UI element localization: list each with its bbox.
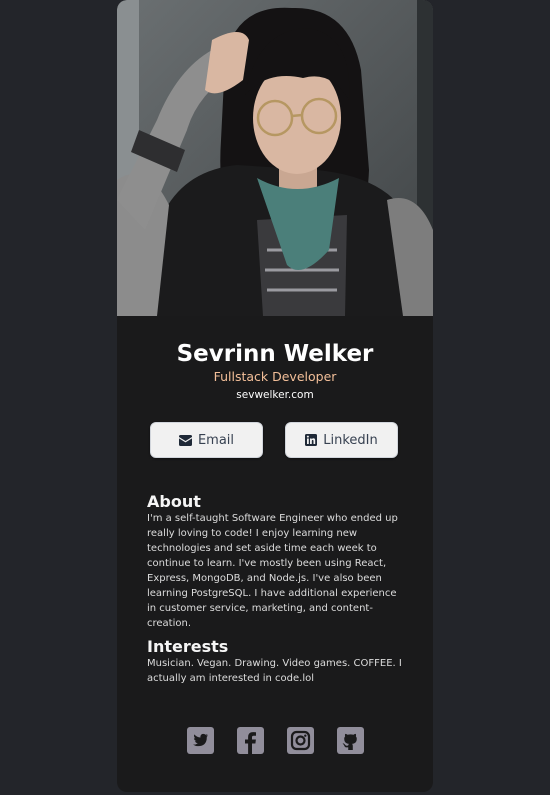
about-heading: About [147,492,201,511]
linkedin-icon [305,434,318,446]
email-button-label: Email [197,432,235,448]
github-icon[interactable] [337,727,364,754]
instagram-icon[interactable] [287,727,314,754]
linkedin-button[interactable]: LinkedIn [285,422,398,458]
twitter-icon[interactable] [187,727,214,754]
linkedin-button-label: LinkedIn [323,432,378,448]
about-text: I'm a self-taught Software Engineer who … [147,513,398,629]
interests-heading: Interests [147,637,229,656]
envelope-icon [178,434,192,446]
profile-website[interactable]: sevwelker.com [117,388,433,402]
interests-text: Musician. Vegan. Drawing. Video games. C… [147,658,402,684]
profile-photo [117,0,433,316]
profile-title: Fullstack Developer [213,369,337,384]
profile-card: Sevrinn Welker Fullstack Developer sevwe… [117,0,433,792]
facebook-icon[interactable] [237,727,264,754]
email-button[interactable]: Email [150,422,263,458]
social-footer [117,727,433,755]
profile-name: Sevrinn Welker [176,341,374,367]
